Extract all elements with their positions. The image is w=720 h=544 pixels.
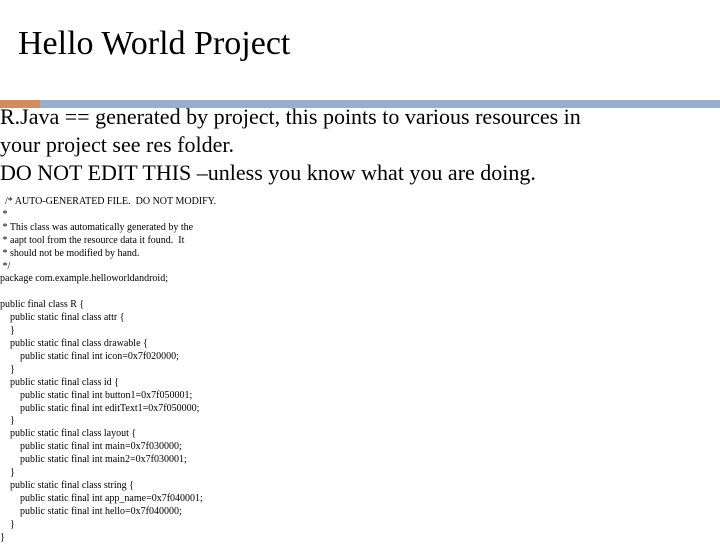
code-line: }: [0, 531, 5, 543]
code-line: }: [0, 518, 15, 530]
code-line: public static final class layout {: [0, 428, 137, 440]
code-line: }: [0, 325, 15, 337]
code-line: }: [0, 467, 15, 479]
code-line: */: [0, 260, 11, 272]
code-line: }: [0, 415, 15, 427]
code-line: public static final class string {: [0, 479, 134, 491]
code-line: public static final class id {: [0, 376, 119, 388]
code-line: public static final int editText1=0x7f05…: [0, 402, 200, 414]
code-line: public static final int hello=0x7f040000…: [0, 505, 182, 517]
code-line: /* AUTO-GENERATED FILE. DO NOT MODIFY.: [0, 196, 217, 207]
code-line: package com.example.helloworldandroid;: [0, 273, 168, 285]
body-line: your project see res folder.: [0, 132, 234, 157]
code-line: * aapt tool from the resource data it fo…: [0, 234, 185, 246]
code-line: public static final int icon=0x7f020000;: [0, 350, 179, 362]
code-line: public static final int button1=0x7f0500…: [0, 389, 193, 401]
body-text: R.Java == generated by project, this poi…: [0, 103, 700, 187]
code-line: }: [0, 363, 15, 375]
code-line: *: [0, 208, 8, 220]
code-line: public final class R {: [0, 299, 85, 311]
body-line: DO NOT EDIT THIS –unless you know what y…: [0, 160, 536, 185]
code-block: /* AUTO-GENERATED FILE. DO NOT MODIFY. *…: [0, 196, 216, 544]
code-line: public static final int main2=0x7f030001…: [0, 454, 187, 466]
code-line: * This class was automatically generated…: [0, 221, 194, 233]
code-line: public static final int main=0x7f030000;: [0, 441, 182, 453]
body-line: R.Java == generated by project, this poi…: [0, 104, 581, 129]
slide-title: Hello World Project: [18, 25, 291, 62]
code-line: * should not be modified by hand.: [0, 247, 140, 259]
code-line: public static final class attr {: [0, 312, 125, 324]
code-line: public static final class drawable {: [0, 337, 148, 349]
code-line: public static final int app_name=0x7f040…: [0, 492, 203, 504]
